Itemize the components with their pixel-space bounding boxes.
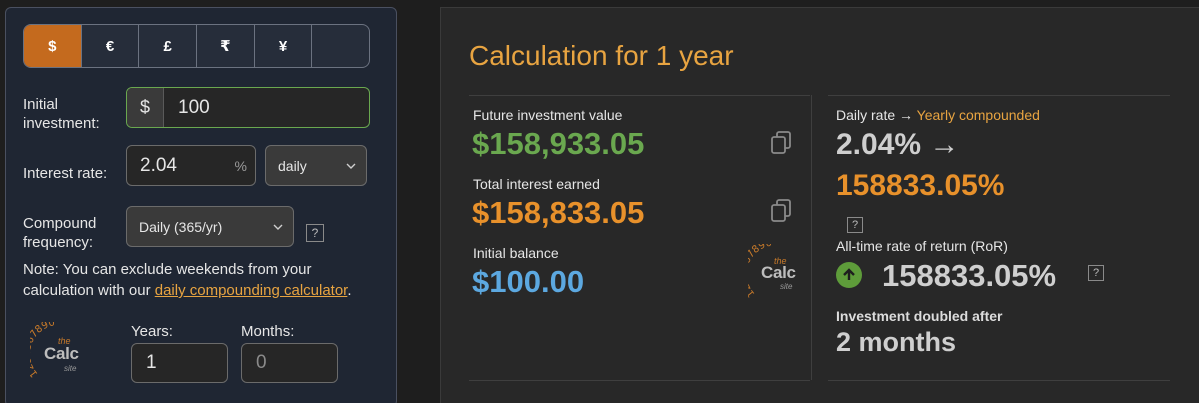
right-arrow-icon: → [929, 128, 960, 161]
divider [828, 95, 1170, 96]
chevron-down-icon [273, 224, 283, 230]
rate-conversion-label: Daily rate → Yearly compounded [836, 107, 1040, 123]
note-end: . [347, 282, 352, 299]
divider [469, 95, 810, 96]
arrow-up-icon [836, 262, 862, 288]
initial-investment-field[interactable]: $ 100 [126, 87, 370, 128]
doubled-label: Investment doubled after [836, 308, 1003, 324]
help-icon[interactable]: ? [306, 224, 324, 242]
interest-rate-field[interactable]: 2.04 % [126, 145, 256, 186]
currency-button-inr[interactable]: ₹ [197, 25, 255, 67]
yearly-compounded-label: Yearly compounded [916, 107, 1040, 123]
logo-calc: Calc [44, 344, 79, 363]
yearly-rate-value: 158833.05% [836, 169, 1005, 202]
months-label: Months: [241, 323, 295, 340]
initial-balance-value: $100.00 [472, 264, 585, 299]
years-input[interactable]: 1 [131, 343, 228, 383]
rate-period-value: daily [278, 157, 307, 174]
ror-label: All-time rate of return (RoR) [836, 238, 1008, 254]
right-arrow-icon: → [899, 107, 914, 123]
daily-rate-label: Daily rate [836, 107, 896, 123]
currency-button-usd[interactable]: $ [24, 25, 82, 67]
currency-button-gbp[interactable]: £ [139, 25, 198, 67]
future-value-label: Future investment value [473, 107, 623, 123]
percent-unit: % [234, 157, 247, 174]
rate-period-select[interactable]: daily [265, 145, 367, 186]
calc-site-logo: 1234567890 the Calc site [30, 322, 90, 382]
logo-site: site [780, 282, 793, 291]
logo-calc: Calc [761, 263, 796, 282]
divider [469, 380, 810, 381]
help-icon[interactable]: ? [1088, 265, 1104, 281]
initial-investment-label: Initial investment: [23, 96, 100, 132]
doubled-value: 2 months [836, 327, 957, 357]
years-label: Years: [131, 323, 173, 340]
total-interest-label: Total interest earned [473, 176, 600, 192]
initial-investment-input[interactable]: 100 [164, 88, 369, 127]
chevron-down-icon [346, 163, 356, 169]
weekend-note: Note: You can exclude weekends from your… [23, 259, 383, 301]
future-value: $158,933.05 [472, 126, 645, 161]
daily-rate-value: 2.04% [836, 128, 922, 161]
logo-site: site [64, 364, 77, 373]
copy-icon[interactable] [770, 131, 792, 155]
help-icon[interactable]: ? [847, 217, 863, 233]
results-title: Calculation for 1 year [469, 40, 734, 71]
months-input[interactable]: 0 [241, 343, 338, 383]
currency-prefix: $ [127, 88, 164, 127]
interest-rate-label: Interest rate: [23, 165, 108, 182]
copy-icon[interactable] [770, 199, 792, 223]
daily-compounding-link[interactable]: daily compounding calculator [155, 282, 348, 299]
currency-button-eur[interactable]: € [82, 25, 140, 67]
currency-selector: $ € £ ₹ ¥ [23, 24, 370, 68]
compound-frequency-label: Compound frequency: [23, 215, 97, 251]
divider [811, 95, 812, 380]
ror-value: 158833.05% [882, 258, 1057, 293]
currency-button-blank[interactable] [312, 25, 369, 67]
total-interest-value: $158,833.05 [472, 195, 645, 230]
initial-balance-label: Initial balance [473, 245, 559, 261]
interest-rate-input[interactable]: 2.04 [140, 155, 177, 177]
compound-frequency-value: Daily (365/yr) [139, 218, 223, 235]
calc-site-logo: 1234567890 the Calc site [748, 244, 804, 300]
daily-rate-row: 2.04% → [836, 128, 959, 162]
compound-frequency-select[interactable]: Daily (365/yr) [126, 206, 294, 247]
currency-button-jpy[interactable]: ¥ [255, 25, 313, 67]
divider [828, 380, 1170, 381]
